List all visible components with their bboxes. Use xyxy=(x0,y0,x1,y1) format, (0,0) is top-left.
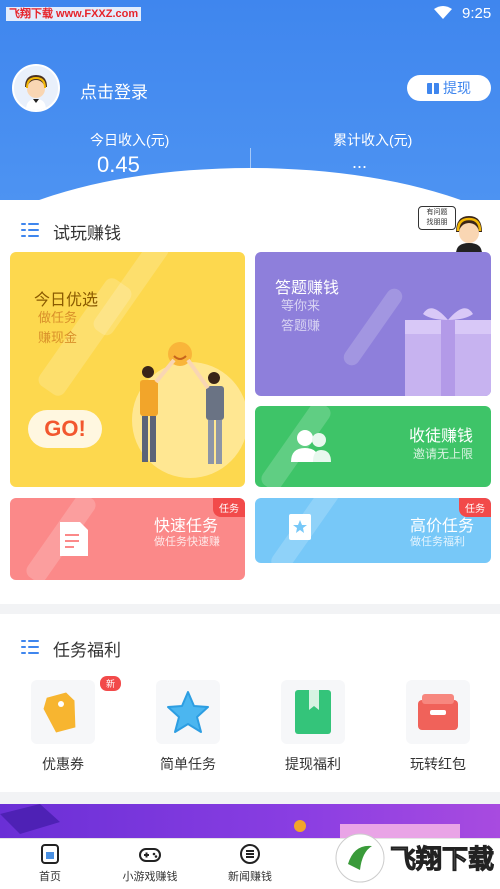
star-icon xyxy=(156,680,220,744)
quiz-sub-1: 等你来 xyxy=(281,298,321,313)
wifi-icon xyxy=(434,6,452,19)
trial-section-title: 试玩赚钱 xyxy=(53,224,121,243)
tab-label: 小游戏赚钱 xyxy=(122,871,178,883)
quiz-sub-2: 答题赚 xyxy=(281,318,321,333)
quick-task-card[interactable]: 任务 快速任务 做任务快速赚 xyxy=(10,498,245,580)
gift-icon xyxy=(427,82,439,94)
invite-sub: 邀请无上限 xyxy=(412,447,473,461)
new-badge: 新 xyxy=(100,676,122,691)
invite-card[interactable]: 收徒赚钱 邀请无上限 xyxy=(255,406,491,487)
featured-task-card[interactable]: 今日优选 做任务 赚现金 xyxy=(10,252,245,487)
help-mascot[interactable]: 有问题 找朋朋 xyxy=(418,204,490,254)
document-icon xyxy=(60,522,88,556)
featured-title: 今日优选 xyxy=(34,292,99,309)
list-icon xyxy=(21,640,39,654)
quick-task-sub: 做任务快速赚 xyxy=(154,536,220,548)
benefit-label: 提现福利 xyxy=(285,756,341,772)
premium-task-sub: 做任务福利 xyxy=(410,536,465,548)
quiz-card[interactable]: 答题赚钱 等你来 答题赚 xyxy=(255,252,491,396)
benefit-section-title: 任务福利 xyxy=(53,641,121,660)
avatar-icon xyxy=(14,66,58,110)
stat-divider xyxy=(250,148,251,178)
benefit-label: 玩转红包 xyxy=(410,756,466,772)
benefit-item-coupon[interactable]: 优惠券 xyxy=(31,680,95,772)
tab-label: 新闻赚钱 xyxy=(228,871,272,883)
today-income-label: 今日收入(元) xyxy=(90,132,170,148)
today-income-value: 0.45 xyxy=(97,152,140,177)
coupon-icon xyxy=(31,680,95,744)
featured-sub-2: 赚现金 xyxy=(38,330,78,345)
bookmark-icon xyxy=(281,680,345,744)
people-illustration xyxy=(132,342,245,478)
withdraw-button[interactable]: 提现 xyxy=(407,75,491,101)
quiz-title: 答题赚钱 xyxy=(275,280,340,297)
benefit-item-withdraw-welfare[interactable]: 提现福利 xyxy=(281,680,345,772)
site-logo: 飞翔下载 xyxy=(335,833,494,883)
invite-title: 收徒赚钱 xyxy=(408,428,473,445)
featured-sub-1: 做任务 xyxy=(38,310,78,325)
gift-box-icon xyxy=(405,308,491,396)
login-link[interactable]: 点击登录 xyxy=(80,78,148,103)
list-icon xyxy=(21,223,39,237)
watermark: 飞翔下载 www.FXXZ.com xyxy=(6,7,142,21)
benefit-item-red-envelope[interactable]: 玩转红包 xyxy=(406,680,470,772)
tab-news[interactable]: 新闻赚钱 xyxy=(220,839,280,889)
clock: 9:25 xyxy=(462,5,492,22)
tab-label: 首页 xyxy=(39,871,61,883)
total-income-value: ... xyxy=(352,152,368,172)
status-bar: 飞翔下载 www.FXXZ.com 9:25 xyxy=(0,0,500,28)
premium-task-card[interactable]: 任务 高价任务 做任务福利 xyxy=(255,498,491,563)
go-button[interactable]: GO! xyxy=(28,410,102,448)
home-icon xyxy=(39,843,61,865)
friends-icon xyxy=(291,430,331,462)
red-envelope-icon xyxy=(406,680,470,744)
benefit-item-simple-task[interactable]: 简单任务 xyxy=(156,680,220,772)
tab-mini-games[interactable]: 小游戏赚钱 xyxy=(110,839,190,889)
tab-home[interactable]: 首页 xyxy=(20,839,80,889)
avatar[interactable] xyxy=(12,64,60,112)
news-icon xyxy=(239,843,261,865)
benefit-label: 优惠券 xyxy=(42,756,84,772)
gamepad-icon xyxy=(139,843,161,865)
total-income-label: 累计收入(元) xyxy=(333,132,413,148)
withdraw-label: 提现 xyxy=(443,80,471,96)
benefit-label: 简单任务 xyxy=(160,756,216,772)
star-card-icon xyxy=(289,514,311,540)
site-logo-text: 飞翔下载 xyxy=(390,845,494,875)
support-agent-icon xyxy=(456,216,482,254)
